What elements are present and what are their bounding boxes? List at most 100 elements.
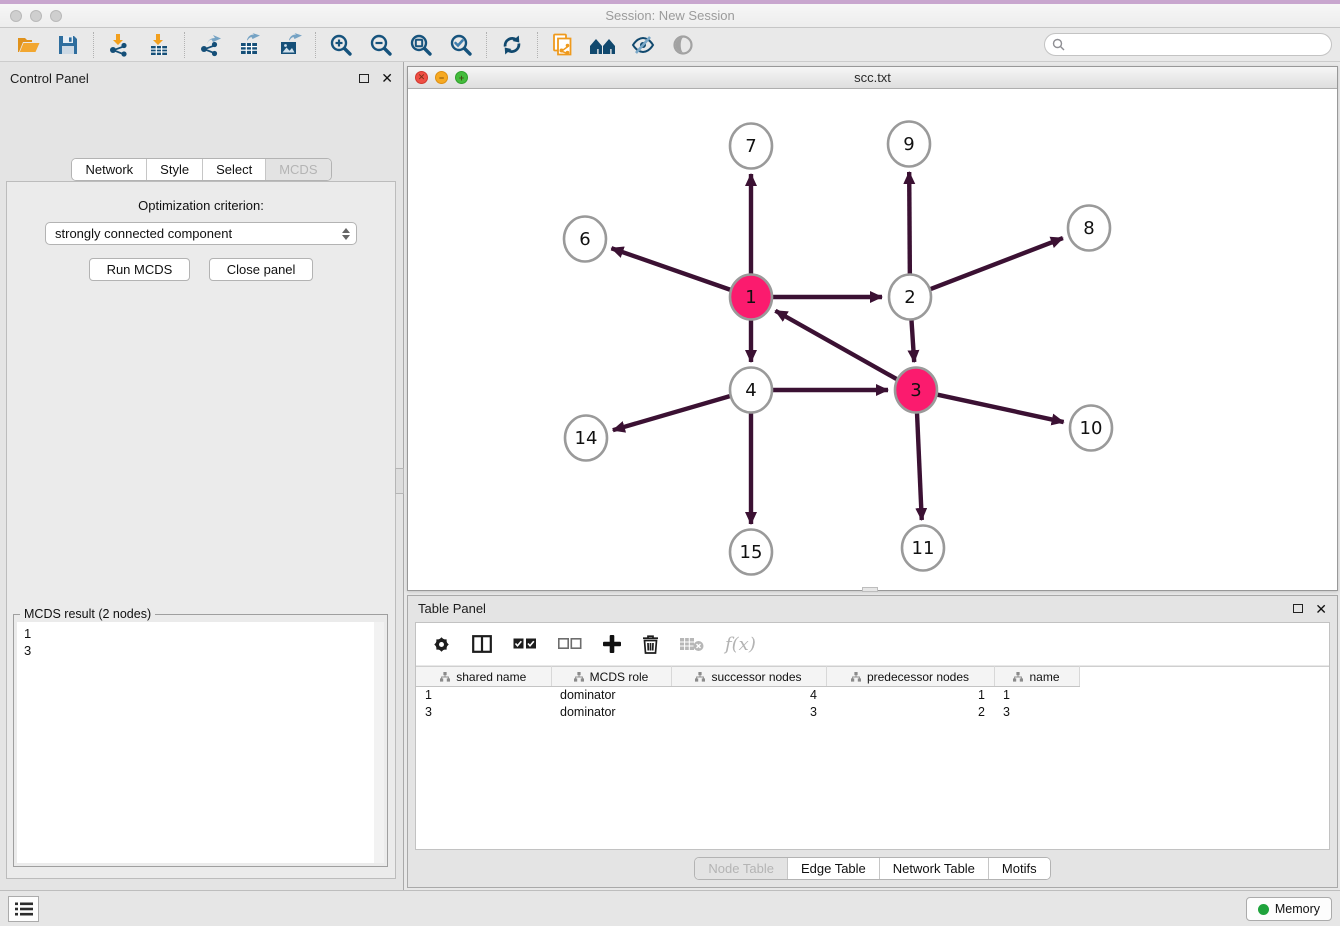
- first-neighbors-icon[interactable]: [583, 30, 623, 60]
- table-cell[interactable]: 1: [416, 687, 551, 704]
- export-image-icon[interactable]: [270, 30, 310, 60]
- tab-select[interactable]: Select: [202, 159, 265, 180]
- graph-node-2[interactable]: 2: [889, 275, 931, 320]
- table-header-row: shared nameMCDS rolesuccessor nodesprede…: [416, 667, 1329, 687]
- tab-edge-table[interactable]: Edge Table: [787, 858, 879, 879]
- column-type-icon: [851, 672, 861, 682]
- table-cell[interactable]: dominator: [551, 687, 671, 704]
- zoom-selected-icon[interactable]: [441, 30, 481, 60]
- network-maximize-icon[interactable]: +: [455, 71, 468, 84]
- zoom-in-icon[interactable]: [321, 30, 361, 60]
- save-session-icon[interactable]: [48, 30, 88, 60]
- close-panel-icon[interactable]: ✕: [381, 71, 393, 85]
- table-settings-gear-icon[interactable]: [432, 635, 451, 654]
- graph-node-11[interactable]: 11: [902, 526, 944, 571]
- float-table-panel-icon[interactable]: [1293, 604, 1303, 613]
- column-header-name[interactable]: name: [994, 667, 1079, 687]
- table-row[interactable]: 1dominator411: [416, 687, 1329, 704]
- result-scrollbar[interactable]: [374, 622, 384, 863]
- table-cell[interactable]: 3: [671, 704, 826, 721]
- graph-node-7[interactable]: 7: [730, 124, 772, 169]
- graph-node-15[interactable]: 15: [730, 530, 772, 575]
- graph-node-8[interactable]: 8: [1068, 206, 1110, 251]
- memory-button[interactable]: Memory: [1246, 897, 1332, 921]
- table-cell[interactable]: 1: [994, 687, 1079, 704]
- graph-node-6[interactable]: 6: [564, 217, 606, 262]
- delete-table-icon[interactable]: [680, 636, 704, 652]
- table-cell[interactable]: dominator: [551, 704, 671, 721]
- table-cell[interactable]: 3: [416, 704, 551, 721]
- zoom-out-icon[interactable]: [361, 30, 401, 60]
- graph-edge-2-9[interactable]: [909, 172, 910, 275]
- duplicate-network-icon[interactable]: [543, 30, 583, 60]
- export-table-icon[interactable]: [230, 30, 270, 60]
- network-canvas[interactable]: 7 9 6 8 1 2 4 3 14 10 15 11: [408, 89, 1337, 590]
- apply-layout-icon[interactable]: [492, 30, 532, 60]
- graph-node-1[interactable]: 1: [730, 275, 772, 320]
- graph-edge-3-1[interactable]: [775, 311, 896, 379]
- table-row[interactable]: 3dominator323: [416, 704, 1329, 721]
- column-header-shared-name[interactable]: shared name: [416, 667, 551, 687]
- graph-edge-4-14[interactable]: [613, 396, 730, 430]
- network-window-titlebar[interactable]: ✕ − + scc.txt: [408, 67, 1337, 89]
- import-network-icon[interactable]: [99, 30, 139, 60]
- column-header-predecessor-nodes[interactable]: predecessor nodes: [826, 667, 994, 687]
- table-cell[interactable]: 4: [671, 687, 826, 704]
- graph-edge-3-10[interactable]: [937, 395, 1063, 422]
- network-graph[interactable]: 7 9 6 8 1 2 4 3 14 10 15 11: [408, 89, 1337, 590]
- graph-node-9[interactable]: 9: [888, 122, 930, 167]
- function-builder-icon[interactable]: f(x): [725, 634, 756, 655]
- graph-node-3[interactable]: 3: [895, 368, 937, 413]
- import-table-icon[interactable]: [139, 30, 179, 60]
- list-icon: [14, 901, 34, 917]
- export-network-icon[interactable]: [190, 30, 230, 60]
- graph-edge-3-11[interactable]: [917, 412, 922, 520]
- tab-network[interactable]: Network: [72, 159, 146, 180]
- table-cell[interactable]: 2: [826, 704, 994, 721]
- show-all-icon[interactable]: [663, 30, 703, 60]
- close-table-panel-icon[interactable]: ✕: [1315, 602, 1327, 616]
- select-all-columns-icon[interactable]: [513, 638, 537, 650]
- graph-edge-2-8[interactable]: [931, 238, 1063, 289]
- graph-edge-1-6[interactable]: [611, 248, 730, 290]
- unselect-all-columns-icon[interactable]: [558, 638, 582, 650]
- tab-style[interactable]: Style: [146, 159, 202, 180]
- column-header-successor-nodes[interactable]: successor nodes: [671, 667, 826, 687]
- graph-node-14[interactable]: 14: [565, 416, 607, 461]
- search-input[interactable]: [1067, 36, 1331, 54]
- graph-edge-2-3[interactable]: [911, 319, 914, 362]
- graph-node-label: 10: [1080, 418, 1103, 439]
- open-file-icon[interactable]: [8, 30, 48, 60]
- table-cell[interactable]: 3: [994, 704, 1079, 721]
- search-box[interactable]: [1044, 33, 1332, 56]
- float-panel-icon[interactable]: [359, 74, 369, 83]
- criterion-dropdown[interactable]: strongly connected component: [45, 222, 357, 245]
- tab-mcds[interactable]: MCDS: [265, 159, 330, 180]
- close-panel-button[interactable]: Close panel: [209, 258, 314, 281]
- graph-edges[interactable]: [611, 172, 1063, 524]
- hide-selected-icon[interactable]: [623, 30, 663, 60]
- graph-node-label: 11: [912, 538, 935, 559]
- show-column-panel-icon[interactable]: [472, 635, 492, 653]
- graph-node-4[interactable]: 4: [730, 368, 772, 413]
- mcds-result-textarea[interactable]: 1 3: [17, 622, 384, 863]
- split-pane-handle-vertical[interactable]: [395, 468, 404, 494]
- graph-node-label: 2: [904, 287, 915, 308]
- delete-column-trash-icon[interactable]: [642, 635, 659, 654]
- network-minimize-icon[interactable]: −: [435, 71, 448, 84]
- network-close-icon[interactable]: ✕: [415, 71, 428, 84]
- split-pane-handle-horizontal[interactable]: [862, 587, 878, 592]
- tab-network-table[interactable]: Network Table: [879, 858, 988, 879]
- run-mcds-button[interactable]: Run MCDS: [89, 258, 191, 281]
- tab-node-table[interactable]: Node Table: [695, 858, 787, 879]
- task-history-button[interactable]: [8, 896, 39, 922]
- tab-motifs[interactable]: Motifs: [988, 858, 1050, 879]
- create-column-plus-icon[interactable]: [603, 635, 621, 653]
- graph-node-10[interactable]: 10: [1070, 406, 1112, 451]
- table-cell[interactable]: 1: [826, 687, 994, 704]
- zoom-fit-icon[interactable]: [401, 30, 441, 60]
- table-cell-filler: [1079, 704, 1329, 721]
- graph-node-label: 8: [1083, 218, 1094, 239]
- control-panel: Control Panel ✕ Network Style Select MCD…: [0, 62, 404, 890]
- column-header-MCDS-role[interactable]: MCDS role: [551, 667, 671, 687]
